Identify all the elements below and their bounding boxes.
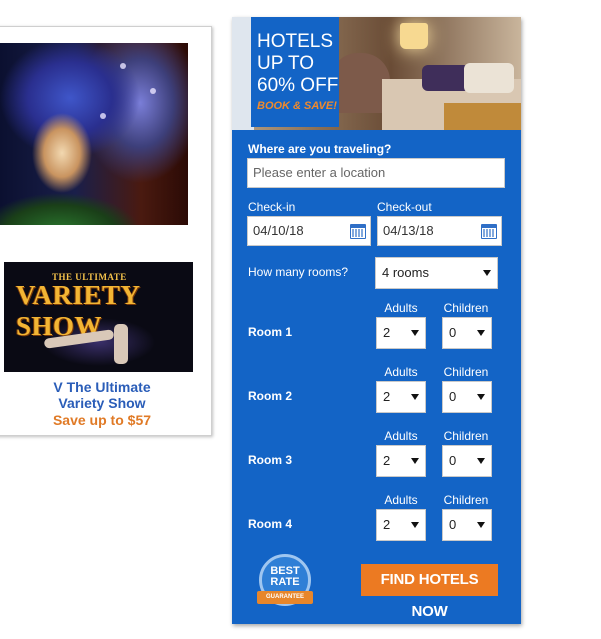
- best-rate-guarantee-badge: BEST RATE GUARANTEE: [254, 554, 316, 616]
- calendar-icon[interactable]: [481, 224, 497, 239]
- where-label: Where are you traveling?: [248, 142, 392, 156]
- find-hotels-button[interactable]: FIND HOTELS NOW: [361, 564, 498, 620]
- children-header: Children: [443, 493, 489, 507]
- variety-show-banner[interactable]: THE ULTIMATE VARIETY SHOW: [4, 262, 193, 372]
- checkout-date-value: 04/13/18: [383, 223, 434, 238]
- room-3-label: Room 3: [248, 453, 293, 467]
- adults-header: Adults: [384, 493, 418, 507]
- location-input[interactable]: Please enter a location: [247, 158, 505, 188]
- room-2-adults-value: 2: [383, 389, 391, 404]
- adults-header: Adults: [384, 301, 418, 315]
- room-4-adults-value: 2: [383, 517, 391, 532]
- performer-figure: [114, 324, 128, 364]
- children-header: Children: [443, 365, 489, 379]
- chevron-down-icon: [411, 330, 419, 336]
- room-4-adults-select[interactable]: 2: [376, 509, 426, 541]
- chevron-down-icon: [477, 458, 485, 464]
- room-4-children-value: 0: [449, 517, 457, 532]
- chevron-down-icon: [411, 458, 419, 464]
- calendar-icon[interactable]: [350, 224, 366, 239]
- chevron-down-icon: [477, 330, 485, 336]
- adults-header: Adults: [384, 429, 418, 443]
- room-2-children-value: 0: [449, 389, 457, 404]
- chevron-down-icon: [477, 394, 485, 400]
- room-4-children-select[interactable]: 0: [442, 509, 492, 541]
- badge-ribbon: GUARANTEE: [257, 591, 313, 604]
- checkin-label: Check-in: [248, 200, 296, 214]
- checkin-date-value: 04/10/18: [253, 223, 304, 238]
- room-1-adults-value: 2: [383, 325, 391, 340]
- children-header: Children: [443, 429, 489, 443]
- room-4-label: Room 4: [248, 517, 293, 531]
- book-save-cta: BOOK & SAVE!: [257, 100, 337, 112]
- room-2-adults-select[interactable]: 2: [376, 381, 426, 413]
- children-header: Children: [443, 301, 489, 315]
- checkout-label: Check-out: [377, 200, 432, 214]
- hotel-search-widget: HOTELS UP TO 60% OFF BOOK & SAVE! Where …: [232, 17, 521, 624]
- rooms-count-value: 4 rooms: [382, 265, 429, 280]
- room-2-children-select[interactable]: 0: [442, 381, 492, 413]
- room-3-adults-select[interactable]: 2: [376, 445, 426, 477]
- promo-save-text: Save up to $57: [52, 412, 152, 428]
- rooms-count-label: How many rooms?: [248, 265, 349, 279]
- promo-title-line1[interactable]: V The Ultimate: [0, 379, 207, 395]
- hotel-promo-title: HOTELS UP TO 60% OFF: [257, 31, 338, 97]
- room-1-adults-select[interactable]: 2: [376, 317, 426, 349]
- hotel-promo-title-line3: 60% OFF: [257, 75, 339, 96]
- hotel-room-photo: HOTELS UP TO 60% OFF BOOK & SAVE!: [232, 17, 521, 130]
- room-3-children-select[interactable]: 0: [442, 445, 492, 477]
- hotel-promo-title-line1: HOTELS: [257, 31, 334, 52]
- badge-line2: RATE: [270, 576, 300, 588]
- checkin-date-input[interactable]: 04/10/18: [247, 216, 371, 246]
- badge-text: BEST RATE: [254, 566, 316, 588]
- chevron-down-icon: [477, 522, 485, 528]
- checkout-date-input[interactable]: 04/13/18: [377, 216, 502, 246]
- room-3-children-value: 0: [449, 453, 457, 468]
- room-3-adults-value: 2: [383, 453, 391, 468]
- room-1-children-value: 0: [449, 325, 457, 340]
- hotel-promo-badge: HOTELS UP TO 60% OFF BOOK & SAVE!: [251, 17, 339, 127]
- hotel-promo-title-line2: UP TO: [257, 53, 315, 74]
- chevron-down-icon: [411, 522, 419, 528]
- promo-title-line2[interactable]: Variety Show: [0, 395, 207, 411]
- rooms-count-select[interactable]: 4 rooms: [375, 257, 498, 289]
- room-2-label: Room 2: [248, 389, 293, 403]
- room-1-label: Room 1: [248, 325, 293, 339]
- room-1-children-select[interactable]: 0: [442, 317, 492, 349]
- adults-header: Adults: [384, 365, 418, 379]
- promo-card: THE ULTIMATE VARIETY SHOW V The Ultimate…: [0, 26, 212, 436]
- chevron-down-icon: [483, 270, 491, 276]
- chevron-down-icon: [411, 394, 419, 400]
- show-performer-photo[interactable]: [0, 43, 188, 225]
